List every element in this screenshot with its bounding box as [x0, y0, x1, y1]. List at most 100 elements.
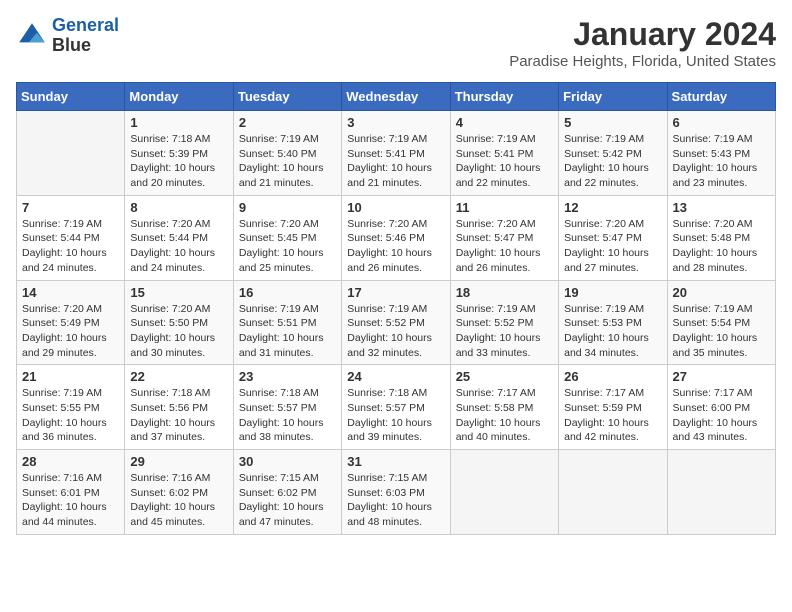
day-number: 12 — [564, 200, 661, 215]
page-header: General Blue January 2024 Paradise Heigh… — [16, 16, 776, 70]
logo-text: General Blue — [52, 16, 119, 56]
calendar-title: January 2024 — [509, 16, 776, 53]
day-number: 17 — [347, 285, 444, 300]
calendar-body: 1Sunrise: 7:18 AMSunset: 5:39 PMDaylight… — [17, 111, 776, 535]
day-number: 25 — [456, 369, 553, 384]
week-row-4: 21 Sunrise: 7:19 AMSunset: 5:55 PMDayligh… — [17, 365, 776, 450]
calendar-cell: 31 Sunrise: 7:15 AMSunset: 6:03 PMDayligh… — [342, 450, 450, 535]
day-details: Sunrise: 7:20 AMSunset: 5:47 PMDaylight:… — [456, 217, 553, 276]
day-details: Sunrise: 7:18 AMSunset: 5:56 PMDaylight:… — [130, 386, 227, 445]
week-row-3: 14 Sunrise: 7:20 AMSunset: 5:49 PMDayligh… — [17, 280, 776, 365]
day-number: 3 — [347, 115, 444, 130]
calendar-cell: 18Sunrise: 7:19 AMSunset: 5:52 PMDayligh… — [450, 280, 558, 365]
day-number: 21 — [22, 369, 119, 384]
day-number: 10 — [347, 200, 444, 215]
calendar-cell: 9Sunrise: 7:20 AMSunset: 5:45 PMDaylight… — [233, 195, 341, 280]
calendar-cell — [450, 450, 558, 535]
calendar-cell: 12Sunrise: 7:20 AMSunset: 5:47 PMDayligh… — [559, 195, 667, 280]
calendar-cell: 22 Sunrise: 7:18 AMSunset: 5:56 PMDayligh… — [125, 365, 233, 450]
calendar-cell: 29 Sunrise: 7:16 AMSunset: 6:02 PMDayligh… — [125, 450, 233, 535]
calendar-cell: 7 Sunrise: 7:19 AMSunset: 5:44 PMDaylight… — [17, 195, 125, 280]
calendar-cell: 3Sunrise: 7:19 AMSunset: 5:41 PMDaylight… — [342, 111, 450, 196]
header-tuesday: Tuesday — [233, 83, 341, 111]
day-number: 2 — [239, 115, 336, 130]
day-number: 24 — [347, 369, 444, 384]
calendar-table: SundayMondayTuesdayWednesdayThursdayFrid… — [16, 82, 776, 535]
calendar-cell: 24 Sunrise: 7:18 AMSunset: 5:57 PMDayligh… — [342, 365, 450, 450]
calendar-cell — [17, 111, 125, 196]
logo-icon — [16, 20, 48, 52]
day-number: 30 — [239, 454, 336, 469]
header-wednesday: Wednesday — [342, 83, 450, 111]
day-details: Sunrise: 7:20 AMSunset: 5:48 PMDaylight:… — [673, 217, 770, 276]
day-details: Sunrise: 7:18 AMSunset: 5:57 PMDaylight:… — [239, 386, 336, 445]
day-number: 31 — [347, 454, 444, 469]
day-details: Sunrise: 7:16 AMSunset: 6:02 PMDaylight:… — [130, 471, 227, 530]
day-number: 4 — [456, 115, 553, 130]
calendar-cell: 19 Sunrise: 7:19 AMSunset: 5:53 PMDayligh… — [559, 280, 667, 365]
day-details: Sunrise: 7:17 AMSunset: 6:00 PMDaylight:… — [673, 386, 770, 445]
calendar-cell: 20Sunrise: 7:19 AMSunset: 5:54 PMDayligh… — [667, 280, 775, 365]
calendar-cell: 6 Sunrise: 7:19 AMSunset: 5:43 PMDaylight… — [667, 111, 775, 196]
day-number: 23 — [239, 369, 336, 384]
day-details: Sunrise: 7:19 AMSunset: 5:41 PMDaylight:… — [456, 132, 553, 191]
day-details: Sunrise: 7:20 AMSunset: 5:46 PMDaylight:… — [347, 217, 444, 276]
day-details: Sunrise: 7:19 AMSunset: 5:43 PMDaylight:… — [673, 132, 770, 191]
day-number: 14 — [22, 285, 119, 300]
week-row-1: 1Sunrise: 7:18 AMSunset: 5:39 PMDaylight… — [17, 111, 776, 196]
calendar-cell — [667, 450, 775, 535]
calendar-cell — [559, 450, 667, 535]
day-number: 29 — [130, 454, 227, 469]
day-number: 16 — [239, 285, 336, 300]
day-number: 27 — [673, 369, 770, 384]
day-details: Sunrise: 7:20 AMSunset: 5:49 PMDaylight:… — [22, 302, 119, 361]
day-number: 6 — [673, 115, 770, 130]
calendar-subtitle: Paradise Heights, Florida, United States — [509, 53, 776, 70]
calendar-cell: 28Sunrise: 7:16 AMSunset: 6:01 PMDayligh… — [17, 450, 125, 535]
day-details: Sunrise: 7:19 AMSunset: 5:51 PMDaylight:… — [239, 302, 336, 361]
calendar-cell: 27 Sunrise: 7:17 AMSunset: 6:00 PMDayligh… — [667, 365, 775, 450]
week-row-2: 7 Sunrise: 7:19 AMSunset: 5:44 PMDaylight… — [17, 195, 776, 280]
day-details: Sunrise: 7:15 AMSunset: 6:02 PMDaylight:… — [239, 471, 336, 530]
calendar-cell: 14 Sunrise: 7:20 AMSunset: 5:49 PMDayligh… — [17, 280, 125, 365]
day-details: Sunrise: 7:20 AMSunset: 5:45 PMDaylight:… — [239, 217, 336, 276]
calendar-cell: 10 Sunrise: 7:20 AMSunset: 5:46 PMDayligh… — [342, 195, 450, 280]
day-number: 7 — [22, 200, 119, 215]
day-number: 18 — [456, 285, 553, 300]
day-details: Sunrise: 7:19 AMSunset: 5:44 PMDaylight:… — [22, 217, 119, 276]
day-number: 22 — [130, 369, 227, 384]
day-details: Sunrise: 7:17 AMSunset: 5:59 PMDaylight:… — [564, 386, 661, 445]
day-number: 28 — [22, 454, 119, 469]
day-details: Sunrise: 7:15 AMSunset: 6:03 PMDaylight:… — [347, 471, 444, 530]
calendar-cell: 2 Sunrise: 7:19 AMSunset: 5:40 PMDaylight… — [233, 111, 341, 196]
day-number: 26 — [564, 369, 661, 384]
day-number: 5 — [564, 115, 661, 130]
day-details: Sunrise: 7:20 AMSunset: 5:50 PMDaylight:… — [130, 302, 227, 361]
header-saturday: Saturday — [667, 83, 775, 111]
day-details: Sunrise: 7:19 AMSunset: 5:42 PMDaylight:… — [564, 132, 661, 191]
calendar-cell: 16 Sunrise: 7:19 AMSunset: 5:51 PMDayligh… — [233, 280, 341, 365]
calendar-cell: 4 Sunrise: 7:19 AMSunset: 5:41 PMDaylight… — [450, 111, 558, 196]
week-row-5: 28Sunrise: 7:16 AMSunset: 6:01 PMDayligh… — [17, 450, 776, 535]
day-details: Sunrise: 7:18 AMSunset: 5:39 PMDaylight:… — [130, 132, 227, 191]
calendar-cell: 26 Sunrise: 7:17 AMSunset: 5:59 PMDayligh… — [559, 365, 667, 450]
header-monday: Monday — [125, 83, 233, 111]
day-details: Sunrise: 7:19 AMSunset: 5:53 PMDaylight:… — [564, 302, 661, 361]
day-details: Sunrise: 7:18 AMSunset: 5:57 PMDaylight:… — [347, 386, 444, 445]
calendar-cell: 13 Sunrise: 7:20 AMSunset: 5:48 PMDayligh… — [667, 195, 775, 280]
calendar-header-row: SundayMondayTuesdayWednesdayThursdayFrid… — [17, 83, 776, 111]
calendar-cell: 23 Sunrise: 7:18 AMSunset: 5:57 PMDayligh… — [233, 365, 341, 450]
calendar-cell: 21 Sunrise: 7:19 AMSunset: 5:55 PMDayligh… — [17, 365, 125, 450]
logo: General Blue — [16, 16, 119, 56]
calendar-cell: 5 Sunrise: 7:19 AMSunset: 5:42 PMDaylight… — [559, 111, 667, 196]
day-number: 19 — [564, 285, 661, 300]
calendar-cell: 30 Sunrise: 7:15 AMSunset: 6:02 PMDayligh… — [233, 450, 341, 535]
day-details: Sunrise: 7:19 AMSunset: 5:40 PMDaylight:… — [239, 132, 336, 191]
day-details: Sunrise: 7:19 AMSunset: 5:55 PMDaylight:… — [22, 386, 119, 445]
day-number: 8 — [130, 200, 227, 215]
day-number: 15 — [130, 285, 227, 300]
day-details: Sunrise: 7:17 AMSunset: 5:58 PMDaylight:… — [456, 386, 553, 445]
calendar-cell: 11Sunrise: 7:20 AMSunset: 5:47 PMDayligh… — [450, 195, 558, 280]
calendar-cell: 8Sunrise: 7:20 AMSunset: 5:44 PMDaylight… — [125, 195, 233, 280]
day-number: 13 — [673, 200, 770, 215]
